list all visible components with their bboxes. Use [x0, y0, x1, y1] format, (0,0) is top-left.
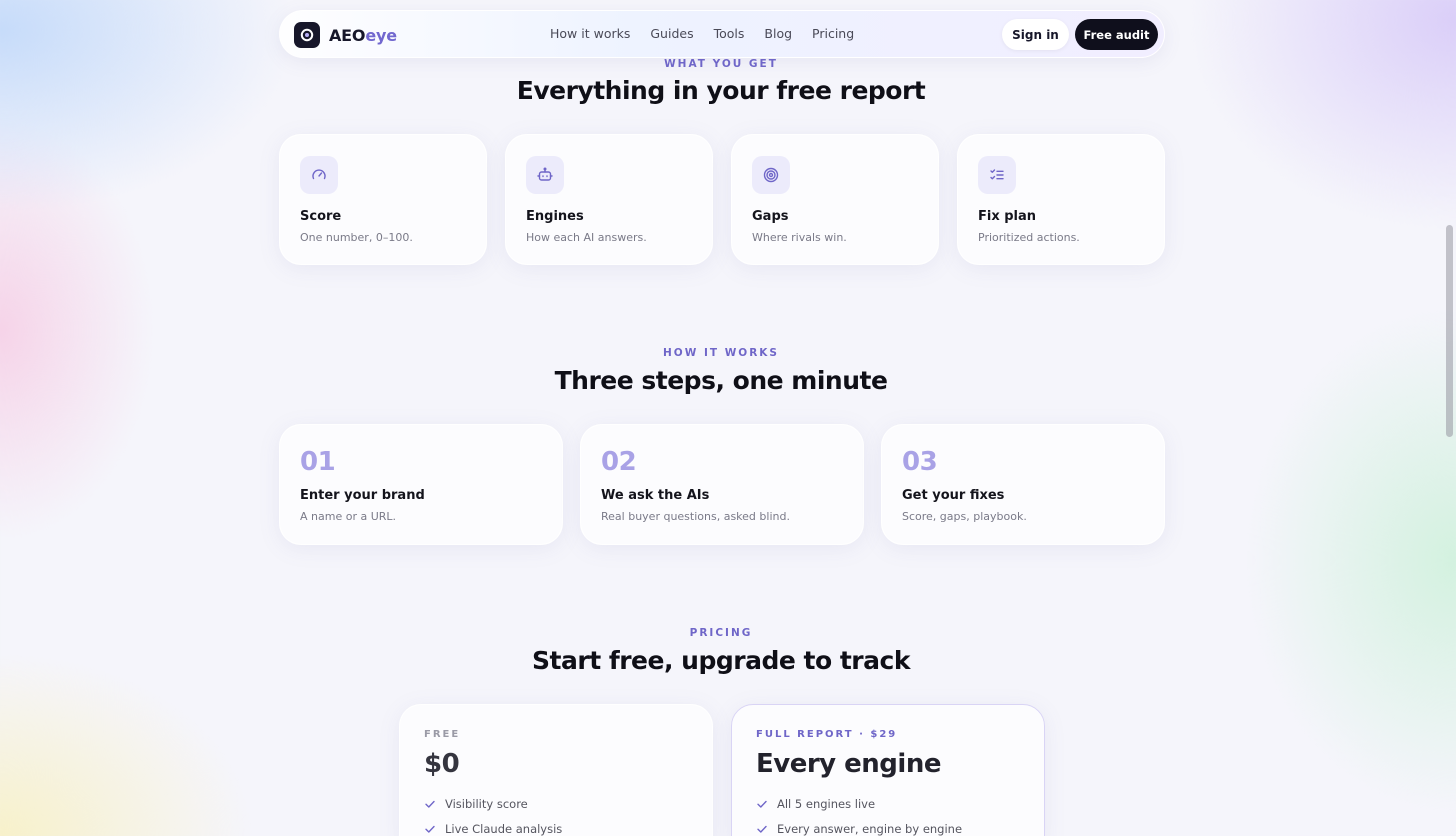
free-audit-button[interactable]: Free audit — [1075, 19, 1158, 50]
nav-link-guides[interactable]: Guides — [650, 26, 693, 41]
nav-link-blog[interactable]: Blog — [764, 26, 792, 41]
plan-feature: All 5 engines live — [756, 797, 875, 811]
bot-icon — [526, 156, 564, 194]
checklist-icon — [978, 156, 1016, 194]
step-card-1: 01 Enter your brand A name or a URL. — [279, 424, 563, 545]
plan-label: FULL REPORT · $29 — [756, 729, 898, 740]
feature-title: Engines — [526, 209, 584, 224]
feature-desc: Where rivals win. — [752, 231, 847, 244]
plan-feature-text: Live Claude analysis — [445, 822, 563, 836]
step-title: Enter your brand — [300, 488, 425, 503]
gauge-icon — [300, 156, 338, 194]
feature-desc: How each AI answers. — [526, 231, 647, 244]
nav-link-how-it-works[interactable]: How it works — [550, 26, 630, 41]
plan-price: Every engine — [756, 749, 941, 779]
features-heading: Everything in your free report — [516, 76, 926, 105]
plan-feature-text: Visibility score — [445, 797, 528, 811]
feature-title: Score — [300, 209, 342, 224]
check-icon — [425, 825, 435, 833]
check-icon — [757, 825, 767, 833]
plan-feature: Live Claude analysis — [424, 822, 562, 836]
steps-heading: Three steps, one minute — [554, 366, 888, 395]
nav-links: How it works Guides Tools Blog Pricing — [550, 26, 874, 41]
feature-card-score: Score One number, 0–100. — [279, 134, 487, 265]
step-desc: Score, gaps, playbook. — [902, 510, 1027, 523]
plan-label: FREE — [424, 729, 461, 740]
brand-name: AEOeye — [329, 25, 397, 45]
steps-eyebrow: HOW IT WORKS — [663, 347, 779, 359]
feature-card-engines: Engines How each AI answers. — [505, 134, 713, 265]
step-number: 02 — [601, 447, 637, 477]
check-icon — [425, 800, 435, 808]
feature-title: Gaps — [752, 209, 789, 224]
sign-in-button[interactable]: Sign in — [1002, 19, 1069, 50]
pricing-eyebrow: PRICING — [689, 627, 753, 639]
plan-feature: Visibility score — [424, 797, 528, 811]
plan-feature-text: All 5 engines live — [777, 797, 876, 811]
feature-desc: One number, 0–100. — [300, 231, 413, 244]
feature-card-fix-plan: Fix plan Prioritized actions. — [957, 134, 1165, 265]
pricing-card-full-report: FULL REPORT · $29 Every engine All 5 eng… — [731, 704, 1045, 836]
feature-title: Fix plan — [978, 209, 1037, 224]
step-desc: Real buyer questions, asked blind. — [601, 510, 790, 523]
target-icon — [752, 156, 790, 194]
features-eyebrow: WHAT YOU GET — [664, 58, 778, 70]
scrollbar-thumb[interactable] — [1446, 225, 1453, 437]
brand-logo-link[interactable]: AEOeye — [294, 22, 397, 48]
pricing-card-free: FREE $0 Visibility score Live Claude ana… — [399, 704, 713, 836]
check-icon — [757, 800, 767, 808]
top-navbar: AEOeye How it works Guides Tools Blog Pr… — [279, 10, 1165, 58]
plan-feature: Every answer, engine by engine — [756, 822, 962, 836]
step-title: Get your fixes — [902, 488, 1005, 503]
step-card-3: 03 Get your fixes Score, gaps, playbook. — [881, 424, 1165, 545]
nav-link-pricing[interactable]: Pricing — [812, 26, 854, 41]
pricing-heading: Start free, upgrade to track — [532, 646, 910, 675]
step-number: 03 — [902, 447, 938, 477]
page-scrollbar[interactable] — [1442, 0, 1456, 836]
step-desc: A name or a URL. — [300, 510, 397, 523]
eye-logo-icon — [294, 22, 320, 48]
step-title: We ask the AIs — [601, 488, 710, 503]
plan-feature-text: Every answer, engine by engine — [777, 822, 963, 836]
nav-link-tools[interactable]: Tools — [714, 26, 745, 41]
feature-card-gaps: Gaps Where rivals win. — [731, 134, 939, 265]
step-number: 01 — [300, 447, 336, 477]
step-card-2: 02 We ask the AIs Real buyer questions, … — [580, 424, 864, 545]
feature-desc: Prioritized actions. — [978, 231, 1080, 244]
plan-price: $0 — [424, 749, 460, 779]
